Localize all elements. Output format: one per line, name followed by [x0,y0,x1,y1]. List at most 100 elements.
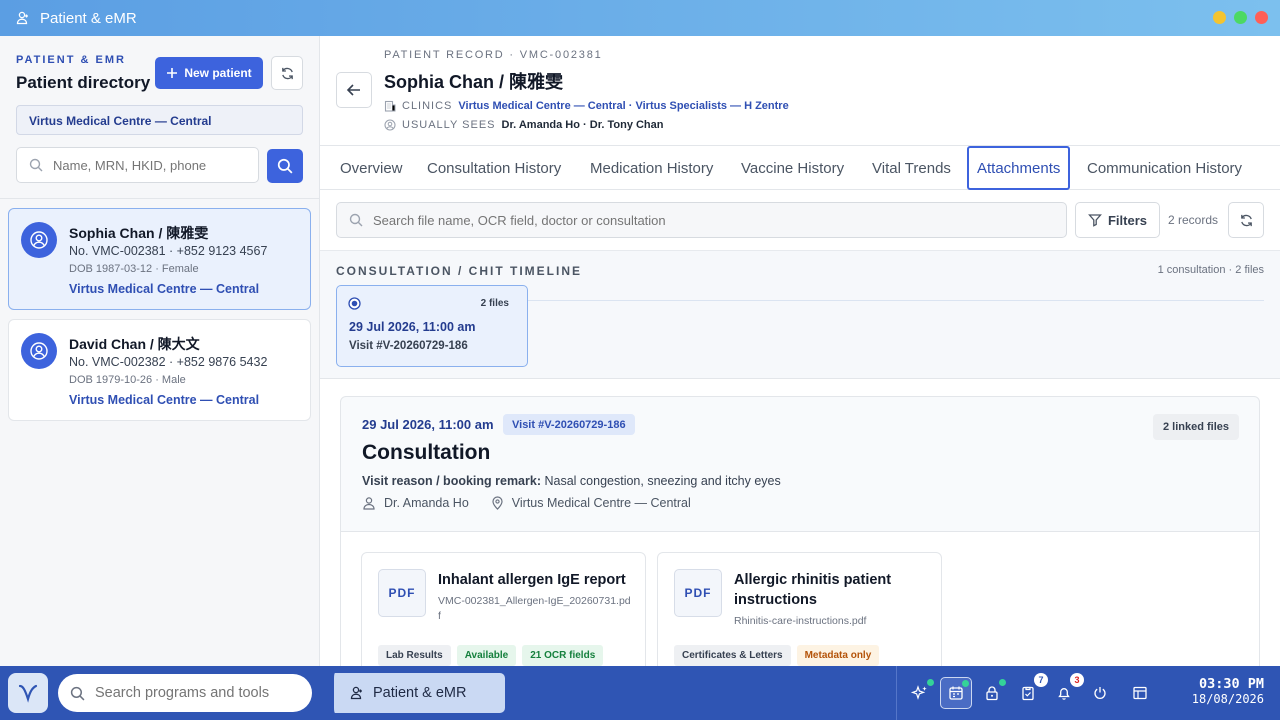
linked-files-badge: 2 linked files [1152,414,1239,440]
calendar-icon [949,686,963,700]
tab-medication-history[interactable]: Medication History [590,146,713,190]
tab-consultation-history[interactable]: Consultation History [427,146,561,190]
virtus-logo-icon [18,684,38,703]
ocr-tag: 21 OCR fields [522,645,604,666]
patient-card-selected[interactable]: Sophia Chan / 陳雅雯 No. VMC-002381 · +852 … [8,208,311,310]
avatar [21,222,57,258]
consultation-doctor: Dr. Amanda Ho [384,496,469,510]
consultation-reason: Visit reason / booking remark: Nasal con… [362,474,781,488]
window-titlebar: Patient & eMR [0,0,1280,36]
back-button[interactable] [336,72,372,108]
radio-selected-icon [348,297,361,310]
lock-button[interactable] [976,677,1008,709]
status-dot [962,680,969,687]
patient-dob: DOB 1979-10-26 · Male [69,374,186,386]
linked-files-area: PDF Inhalant allergen IgE report VMC-002… [341,531,1259,666]
tab-overview[interactable]: Overview [340,146,403,190]
patient-search-button[interactable] [267,149,303,183]
refresh-icon [1240,214,1252,226]
search-icon [29,158,43,172]
minimize-button[interactable] [1213,11,1226,24]
file-card[interactable]: PDF Inhalant allergen IgE report VMC-002… [361,552,646,666]
tasks-button[interactable]: 7 [1012,673,1048,709]
search-icon [349,213,363,227]
system-clock[interactable]: 03:30 PM 18/08/2026 [1192,677,1264,707]
user-icon [30,342,48,360]
building-icon [384,100,396,112]
user-circle-icon [384,119,396,131]
attachment-search-box[interactable] [336,202,1067,238]
tab-vaccine-history[interactable]: Vaccine History [741,146,844,190]
file-card[interactable]: PDF Allergic rhinitis patient instructio… [657,552,942,666]
start-button[interactable] [8,673,48,713]
timeline-card-files: 2 files [480,298,509,309]
new-patient-label: New patient [184,66,252,80]
search-icon [277,158,293,174]
timeline-visit-card[interactable]: 2 files 29 Jul 2026, 11:00 am Visit #V-2… [336,285,528,367]
patient-clinic: Virtus Medical Centre — Central [69,393,260,407]
sidebar-divider [0,198,319,199]
tab-vital-trends[interactable]: Vital Trends [872,146,951,190]
patient-search-input[interactable] [53,157,243,173]
timeline-card-date: 29 Jul 2026, 11:00 am [349,320,476,334]
location-pin-icon [492,496,503,510]
file-name: Rhinitis-care-instructions.pdf [734,615,867,627]
clinics-key: CLINICS [402,100,453,112]
new-patient-button[interactable]: New patient [155,57,263,89]
desktop-layout-button[interactable] [1124,677,1156,709]
filters-label: Filters [1107,212,1147,228]
notifications-button[interactable]: 3 [1048,673,1084,709]
filters-button[interactable]: Filters [1075,202,1160,238]
record-count: 2 records [1168,213,1219,227]
consultation-clinic: Virtus Medical Centre — Central [511,496,691,510]
visit-badge: Visit #V-20260729-186 [503,414,635,435]
calendar-button[interactable] [940,677,972,709]
maximize-button[interactable] [1234,11,1247,24]
taskbar-app-label: Patient & eMR [373,685,467,701]
patient-app-icon [16,11,28,25]
taskbar: Patient & eMR 7 3 03:30 PM 18/08/2026 [0,666,1280,720]
refresh-icon [281,67,293,79]
patient-number: No. VMC-002381 · +852 9123 4567 [69,244,268,258]
patient-app-icon [350,686,362,700]
filter-icon [1088,214,1102,227]
doctor-icon [363,497,375,510]
layout-icon [1133,686,1147,700]
record-usually-sees-row: USUALLY SEES Dr. Amanda Ho · Dr. Tony Ch… [384,119,664,131]
patient-card[interactable]: David Chan / 陳大文 No. VMC-002382 · +852 9… [8,319,311,421]
notifications-badge: 3 [1070,673,1084,687]
refresh-attachments-button[interactable] [1228,202,1264,238]
bell-icon [1058,688,1070,700]
patient-clinic: Virtus Medical Centre — Central [69,282,260,296]
clinics-value: Virtus Medical Centre — Central · Virtus… [458,100,789,112]
taskbar-search-input[interactable] [95,685,295,701]
ai-assistant-button[interactable] [904,677,936,709]
record-eyebrow: PATIENT RECORD · VMC-002381 [384,49,603,61]
tab-attachments[interactable]: Attachments [967,146,1071,190]
consultation-meta: Dr. Amanda Ho Virtus Medical Centre — Ce… [362,496,691,510]
status-tag: Metadata only [796,645,880,666]
patient-search-box[interactable] [16,147,259,183]
taskbar-app-patient-emr[interactable]: Patient & eMR [330,673,505,713]
tray-divider [896,666,897,720]
usually-sees-key: USUALLY SEES [402,119,496,131]
clock-time: 03:30 PM [1198,676,1264,692]
user-icon [30,231,48,249]
power-button[interactable] [1084,677,1116,709]
timeline-line [528,300,1264,301]
clinic-filter[interactable]: Virtus Medical Centre — Central [16,105,303,135]
plus-icon [167,68,178,78]
lock-icon [986,686,998,701]
file-tags: Certificates & Letters Metadata only [674,645,880,666]
close-button[interactable] [1255,11,1268,24]
refresh-directory-button[interactable] [271,56,303,90]
patient-dob: DOB 1987-03-12 · Female [69,263,199,275]
consultation-card: 29 Jul 2026, 11:00 am Visit #V-20260729-… [340,396,1260,666]
taskbar-search[interactable] [58,674,312,712]
timeline-summary: 1 consultation · 2 files [1157,264,1264,276]
patient-name: Sophia Chan / 陳雅雯 [69,225,209,241]
patient-number: No. VMC-002382 · +852 9876 5432 [69,355,268,369]
tab-communication-history[interactable]: Communication History [1087,146,1242,190]
sparkles-icon [911,685,927,700]
attachment-search-input[interactable] [373,212,1053,228]
